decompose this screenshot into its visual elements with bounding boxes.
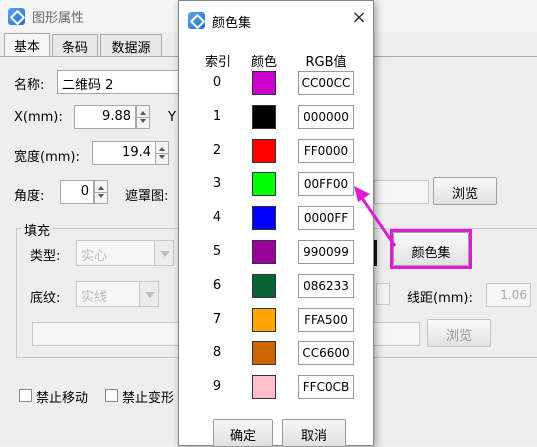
app-icon bbox=[188, 12, 205, 29]
tab-barcode[interactable]: 条码 bbox=[52, 34, 98, 56]
annotation-arrow-icon bbox=[354, 186, 397, 247]
lock-move-checkbox[interactable] bbox=[19, 389, 32, 402]
angle-label: 角度: bbox=[14, 189, 45, 204]
cancel-button[interactable]: 取消 bbox=[282, 419, 346, 447]
color-index: 3 bbox=[212, 176, 222, 191]
color-index: 6 bbox=[212, 278, 222, 293]
color-swatch[interactable] bbox=[252, 240, 276, 264]
color-index: 2 bbox=[212, 143, 222, 158]
type-dropdown-arrow-icon[interactable] bbox=[154, 240, 174, 266]
color-swatch[interactable] bbox=[252, 139, 276, 163]
rgb-value-field[interactable]: 086233 bbox=[298, 274, 354, 298]
tab-basic[interactable]: 基本 bbox=[4, 33, 50, 57]
fill-group-label: 填充 bbox=[22, 220, 53, 239]
color-index: 5 bbox=[212, 244, 222, 259]
color-index: 4 bbox=[212, 210, 222, 225]
color-swatch[interactable] bbox=[252, 274, 276, 298]
pattern-label: 底纹: bbox=[30, 291, 61, 306]
mask-label: 遮罩图: bbox=[125, 189, 169, 204]
lock-move-label: 禁止移动 bbox=[36, 391, 89, 406]
line-spacing-field[interactable]: 1.06 bbox=[486, 283, 531, 307]
close-icon[interactable]: × bbox=[349, 7, 369, 28]
name-field[interactable]: 二维码 2 bbox=[57, 70, 182, 94]
color-swatch[interactable] bbox=[252, 172, 276, 196]
name-label: 名称: bbox=[14, 78, 45, 93]
ok-button[interactable]: 确定 bbox=[213, 419, 273, 447]
lock-transform-checkbox[interactable] bbox=[105, 389, 118, 402]
tab-datasource[interactable]: 数据源 bbox=[100, 34, 162, 56]
x-spinner[interactable] bbox=[136, 105, 150, 129]
width-label: 宽度(mm): bbox=[14, 150, 80, 165]
color-index: 1 bbox=[212, 109, 222, 124]
rgb-value-field[interactable]: FFA500 bbox=[298, 308, 354, 332]
y-label: Y bbox=[168, 110, 176, 125]
width-spinner[interactable] bbox=[155, 141, 169, 165]
spacing-spinner-left[interactable] bbox=[376, 283, 390, 305]
x-label: X(mm): bbox=[14, 110, 63, 125]
color-swatch[interactable] bbox=[252, 105, 276, 129]
pattern-dropdown-arrow-icon[interactable] bbox=[139, 281, 159, 307]
header-rgb: RGB值 bbox=[305, 55, 347, 70]
rgb-value-field[interactable]: FF0000 bbox=[298, 139, 354, 163]
color-index: 8 bbox=[212, 345, 222, 360]
angle-field[interactable]: 0 bbox=[60, 180, 94, 204]
type-label: 类型: bbox=[30, 249, 61, 264]
color-swatch[interactable] bbox=[252, 341, 276, 365]
texture-browse-button[interactable]: 浏览 bbox=[427, 319, 491, 347]
type-dropdown[interactable]: 实心 bbox=[76, 240, 156, 266]
app-icon bbox=[8, 8, 25, 25]
pattern-dropdown[interactable]: 实线 bbox=[76, 281, 140, 307]
dialog-title: 图形属性 bbox=[32, 11, 85, 26]
color-index: 0 bbox=[212, 75, 222, 90]
rgb-value-field[interactable]: 000000 bbox=[298, 105, 354, 129]
header-color: 颜色 bbox=[250, 55, 277, 70]
rgb-value-field[interactable]: CC00CC bbox=[298, 71, 354, 95]
line-spacing-label: 线距(mm): bbox=[407, 291, 473, 306]
mask-browse-button[interactable]: 浏览 bbox=[433, 177, 497, 205]
color-swatch[interactable] bbox=[252, 375, 276, 399]
color-swatch[interactable] bbox=[252, 206, 276, 230]
color-swatch[interactable] bbox=[252, 71, 276, 95]
color-index: 7 bbox=[212, 312, 222, 327]
width-field[interactable]: 19.4 bbox=[92, 141, 156, 165]
color-swatch[interactable] bbox=[252, 308, 276, 332]
rgb-value-field[interactable]: CC6600 bbox=[298, 341, 354, 365]
x-field[interactable]: 9.88 bbox=[74, 105, 136, 129]
lock-transform-label: 禁止变形 bbox=[122, 391, 175, 406]
header-index: 索引 bbox=[204, 55, 231, 70]
popup-title: 颜色集 bbox=[212, 16, 252, 31]
rgb-value-field[interactable]: FFC0CB bbox=[298, 375, 354, 399]
color-index: 9 bbox=[212, 379, 222, 394]
angle-spinner[interactable] bbox=[94, 180, 108, 204]
